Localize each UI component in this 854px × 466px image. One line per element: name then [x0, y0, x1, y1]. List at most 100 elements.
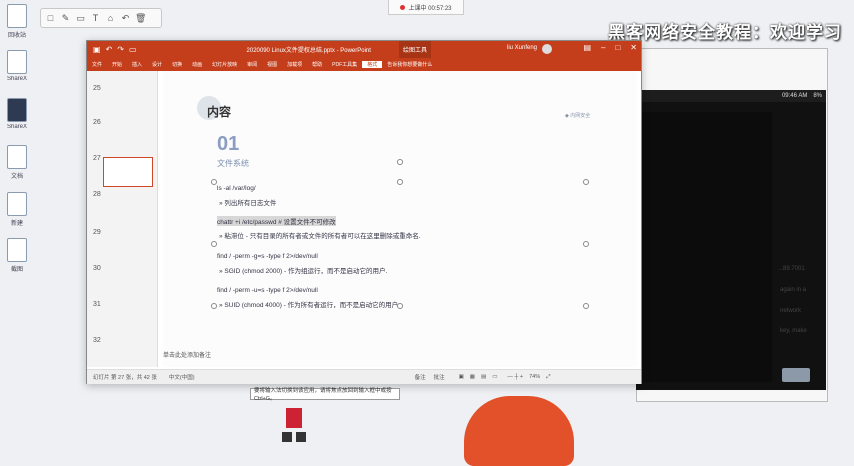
section-subtitle[interactable]: 文件系统 — [217, 158, 249, 169]
slide-heading[interactable]: 内容 — [207, 103, 231, 120]
slide-text-line[interactable]: » SGID (chmod 2000) - 作为组运行，而不是启动它的用户. — [219, 265, 387, 275]
desktop-icon-sharex[interactable]: ShareX — [4, 50, 30, 82]
tab-slideshow[interactable]: 幻灯片放映 — [207, 61, 242, 68]
tab-addins[interactable]: 加载项 — [282, 61, 307, 68]
thumb-number: 29 — [93, 229, 101, 236]
minimize-icon[interactable]: – — [601, 43, 605, 52]
tab-pdf-tools[interactable]: PDF工具集 — [327, 61, 362, 68]
thumb-number: 28 — [93, 191, 101, 198]
zoom-level[interactable]: 74% — [529, 374, 540, 380]
document-icon — [7, 145, 27, 169]
slide-logo: ◆ 内网安全 — [565, 113, 591, 119]
maximize-icon[interactable]: □ — [615, 43, 620, 52]
slide-text-line-highlighted[interactable]: chattr +i /etc/passwd # 设置文件不可修改 — [217, 216, 336, 226]
selected-slide-thumbnail[interactable] — [103, 157, 153, 187]
app-icon — [7, 98, 27, 122]
context-tab-drawing-tools: 绘图工具 — [399, 41, 432, 58]
desktop-icon-new[interactable]: 新建 — [4, 192, 30, 227]
ribbon-tabs: 文件 开始 插入 设计 切换 动画 幻灯片放映 审阅 视图 加载项 帮助 PDF… — [87, 58, 641, 71]
thumb-number: 31 — [93, 301, 101, 308]
home-tool-icon[interactable]: ⌂ — [105, 13, 116, 23]
avatar[interactable] — [542, 44, 552, 54]
vm-clock: 09:46 AM — [781, 93, 808, 99]
zoom-slider[interactable]: — ┼ + — [507, 374, 523, 380]
watermark: 黑客网络安全教程：欢迎学习 — [608, 23, 842, 42]
tab-transitions[interactable]: 切换 — [167, 61, 187, 68]
tab-animations[interactable]: 动画 — [187, 61, 207, 68]
thumb-number: 32 — [93, 337, 101, 344]
select-tool-icon[interactable]: □ — [45, 13, 56, 23]
status-language[interactable]: 中文(中国) — [169, 373, 195, 381]
tab-format[interactable]: 格式 — [362, 61, 383, 68]
undo-icon[interactable]: ↶ — [106, 45, 113, 54]
redo-icon[interactable]: ↷ — [117, 45, 124, 54]
bg-text-3: network — [780, 308, 802, 314]
tab-design[interactable]: 设计 — [147, 61, 167, 68]
selection-handle[interactable] — [583, 303, 589, 309]
desktop-icon-sharex-2[interactable]: ShareX — [4, 98, 30, 130]
tab-review[interactable]: 审阅 — [242, 61, 262, 68]
slide-text-line[interactable]: » 粘滞位 - 只有目录的所有者或文件的所有者可以在这里删除或重命名. — [219, 230, 421, 240]
text-tool-icon[interactable]: T — [90, 13, 101, 23]
close-icon[interactable]: ✕ — [630, 43, 637, 52]
rotate-handle[interactable] — [397, 159, 403, 165]
desktop-icon-document[interactable]: 文档 — [4, 145, 30, 180]
ribbon-display-icon[interactable]: ▤ — [583, 43, 591, 52]
tab-view[interactable]: 视图 — [262, 61, 282, 68]
thumb-number: 30 — [93, 265, 101, 272]
vm-action-button[interactable] — [782, 368, 810, 382]
record-dot-icon — [400, 4, 406, 10]
selection-handle[interactable] — [211, 179, 217, 185]
thumb-number: 25 — [93, 85, 101, 92]
ime-tooltip: 要将输入法切换到该应用，请将焦点放回到输入框中或按 Ctrl+G。 — [250, 388, 400, 402]
view-sorter-icon[interactable]: ▦ — [470, 374, 475, 380]
vm-battery: 8% — [813, 93, 822, 99]
save-icon[interactable]: ▣ — [93, 45, 101, 54]
user-name[interactable]: liu Xunfeng — [507, 45, 537, 51]
trash-tool-icon[interactable]: 🗑 — [135, 13, 146, 24]
tab-file[interactable]: 文件 — [87, 61, 107, 68]
status-notes-button[interactable]: 备注 — [415, 373, 426, 381]
tab-help[interactable]: 帮助 — [307, 61, 327, 68]
start-slideshow-icon[interactable]: ▭ — [129, 45, 137, 54]
view-reading-icon[interactable]: ▤ — [481, 374, 486, 380]
tell-me-search[interactable]: 告诉我你想要做什么 — [382, 61, 437, 68]
selection-handle[interactable] — [211, 241, 217, 247]
undo-tool-icon[interactable]: ↶ — [120, 13, 131, 24]
slide-text-line[interactable]: » SUID (chmod 4000) - 作为所有者运行，而不是启动它的用户. — [219, 299, 400, 309]
slide-text-line[interactable]: » 列出所有日志文件 — [219, 197, 276, 207]
recorder-label: 上课中 00:57:23 — [408, 5, 452, 12]
desktop-icon-recycle-bin[interactable]: 回收站 — [4, 4, 30, 39]
section-number[interactable]: 01 — [217, 133, 239, 156]
view-normal-icon[interactable]: ▣ — [459, 374, 464, 380]
recorder-bar[interactable]: 上课中 00:57:23 — [388, 0, 464, 15]
selection-handle[interactable] — [397, 179, 403, 185]
status-bar: 幻灯片 第 27 张，共 42 张 中文(中国) 备注 批注 ▣ ▦ ▤ ▭ —… — [87, 369, 641, 384]
document-title: 2020090 Linux文件提权总结.pptx - PowerPoint — [246, 48, 371, 54]
tab-home[interactable]: 开始 — [107, 61, 127, 68]
selection-handle[interactable] — [211, 303, 217, 309]
title-bar: ▣ ↶ ↷ ▭ 2020090 Linux文件提权总结.pptx - Power… — [87, 41, 641, 58]
selection-handle[interactable] — [397, 303, 403, 309]
notes-placeholder[interactable]: 单击此处添加备注 — [163, 350, 211, 359]
slide-text-line[interactable]: find / -perm -g=s -type f 2>/dev/null — [217, 253, 318, 260]
fit-to-window-icon[interactable]: ⤢ — [546, 374, 550, 381]
powerpoint-window[interactable]: ▣ ↶ ↷ ▭ 2020090 Linux文件提权总结.pptx - Power… — [86, 40, 642, 384]
selection-handle[interactable] — [583, 241, 589, 247]
rect-tool-icon[interactable]: ▭ — [75, 13, 86, 24]
terminal-window[interactable] — [640, 112, 772, 382]
slide-text-line[interactable]: ls -al /var/log/ — [217, 185, 256, 192]
desktop-icon-screenshot[interactable]: 截图 — [4, 238, 30, 273]
slide-text-line[interactable]: find / -perm -u=s -type f 2>/dev/null — [217, 287, 318, 294]
tab-insert[interactable]: 插入 — [127, 61, 147, 68]
pen-tool-icon[interactable]: ✎ — [60, 13, 71, 24]
slide-thumbnails-pane[interactable]: 25 26 27 28 29 30 31 32 — [87, 71, 158, 367]
bg-text-1: ...89.7001 — [778, 266, 805, 272]
app-icon — [7, 50, 27, 74]
document-icon — [7, 192, 27, 216]
wallpaper-orange-shape — [464, 396, 574, 466]
view-slideshow-icon[interactable]: ▭ — [492, 374, 497, 380]
status-comments-button[interactable]: 批注 — [434, 373, 445, 381]
recycle-bin-icon — [7, 4, 27, 28]
selection-handle[interactable] — [583, 179, 589, 185]
